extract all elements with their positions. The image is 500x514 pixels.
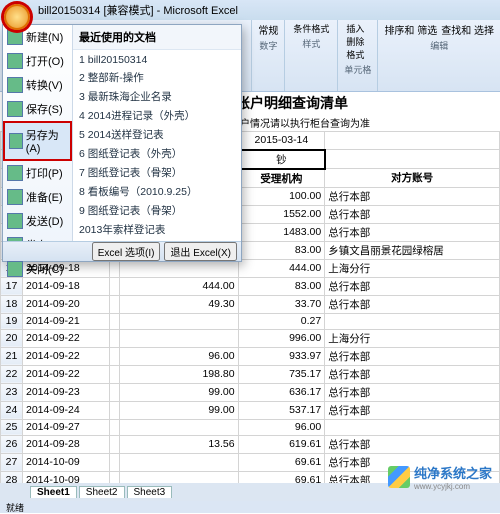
table-row[interactable]: 212014-09-2296.00933.97总行本部 — [1, 347, 500, 365]
recent-doc-item[interactable]: 3 最新珠海企业名录 — [79, 87, 235, 106]
office-menu-send[interactable]: 发送(D) — [3, 209, 72, 233]
window-title: bill20150314 [兼容模式] - Microsoft Excel — [38, 2, 238, 18]
office-menu: 新建(N)打开(O)转换(V)保存(S)另存为(A)打印(P)准备(E)发送(D… — [2, 24, 242, 262]
print-icon — [7, 165, 23, 181]
office-menu-left: 新建(N)打开(O)转换(V)保存(S)另存为(A)打印(P)准备(E)发送(D… — [3, 25, 73, 261]
column-account: 对方账号 — [325, 169, 500, 188]
recent-doc-item[interactable]: 1 bill20150314 — [79, 52, 235, 68]
table-row[interactable]: 172014-09-18444.0083.00总行本部 — [1, 277, 500, 295]
table-row[interactable]: 232014-09-2399.00636.17总行本部 — [1, 383, 500, 401]
ribbon-group-number: 数字 — [258, 39, 278, 52]
table-row[interactable]: 222014-09-22198.80735.17总行本部 — [1, 365, 500, 383]
office-menu-prepare[interactable]: 准备(E) — [3, 185, 72, 209]
office-menu-print[interactable]: 打印(P) — [3, 161, 72, 185]
open-icon — [7, 53, 23, 69]
format-button[interactable]: 格式 — [344, 48, 371, 61]
conditional-format-button[interactable]: 条件格式 — [291, 22, 331, 35]
office-menu-saveas[interactable]: 另存为(A) — [3, 121, 72, 161]
recent-doc-item[interactable]: 8 看板编号（2010.9.25） — [79, 182, 235, 201]
find-select-button[interactable]: 查找和 选择 — [441, 22, 494, 37]
sheet-tab[interactable]: Sheet3 — [127, 486, 173, 498]
table-row[interactable]: 202014-09-22996.00上海分行 — [1, 329, 500, 347]
watermark: 纯净系统之家 www.ycyjkj.com — [388, 463, 492, 491]
recent-doc-item[interactable]: 5 2014送样登记表 — [79, 125, 235, 144]
send-icon — [7, 213, 23, 229]
sheet-tab[interactable]: Sheet1 — [30, 486, 77, 498]
number-format-select[interactable]: 常规 — [258, 22, 278, 37]
watermark-icon — [388, 466, 410, 488]
table-row[interactable]: 262014-09-2813.56619.61总行本部 — [1, 435, 500, 453]
new-icon — [7, 29, 23, 45]
office-menu-open[interactable]: 打开(O) — [3, 49, 72, 73]
saveas-icon — [9, 133, 23, 149]
status-bar: 就绪 — [0, 501, 500, 513]
office-menu-recent: 最近使用的文档 1 bill201503142 整部新-操作3 最新珠海企业名录… — [73, 25, 241, 261]
recent-doc-item[interactable]: 4 2014进程记录（外壳） — [79, 106, 235, 125]
table-row[interactable]: 252014-09-2796.00 — [1, 419, 500, 435]
value-currency-flag[interactable]: 钞 — [238, 150, 325, 169]
exit-excel-button[interactable]: 退出 Excel(X) — [164, 242, 237, 261]
convert-icon — [7, 77, 23, 93]
excel-options-button[interactable]: Excel 选项(I) — [92, 242, 161, 261]
ribbon-group-styles: 样式 — [291, 37, 331, 50]
recent-docs-title: 最近使用的文档 — [73, 25, 241, 50]
recent-doc-item[interactable]: 9 图纸登记表（骨架） — [79, 201, 235, 220]
delete-button[interactable]: 删除 — [344, 35, 371, 48]
sheet-tab[interactable]: Sheet2 — [79, 486, 125, 498]
table-row[interactable]: 182014-09-2049.3033.70总行本部 — [1, 295, 500, 313]
recent-doc-item[interactable]: 2 整部新-操作 — [79, 68, 235, 87]
recent-doc-item[interactable]: 7 图纸登记表（骨架） — [79, 163, 235, 182]
watermark-url: www.ycyjkj.com — [414, 482, 492, 491]
ribbon-group-cells: 单元格 — [344, 63, 371, 76]
table-row[interactable]: 192014-09-210.27 — [1, 313, 500, 329]
ribbon-group-edit: 编辑 — [384, 39, 494, 52]
office-menu-footer: Excel 选项(I) 退出 Excel(X) — [3, 241, 241, 261]
save-icon — [7, 101, 23, 117]
close-icon — [7, 261, 23, 277]
column-institution: 受理机构 — [238, 169, 325, 188]
office-menu-convert[interactable]: 转换(V) — [3, 73, 72, 97]
office-button[interactable] — [4, 4, 30, 30]
recent-doc-item[interactable]: 6 图纸登记表（外壳） — [79, 144, 235, 163]
table-row[interactable]: 242014-09-2499.00537.17总行本部 — [1, 401, 500, 419]
value-download-date: 2015-03-14 — [238, 132, 325, 150]
sort-filter-button[interactable]: 排序和 筛选 — [384, 22, 437, 37]
office-menu-save[interactable]: 保存(S) — [3, 97, 72, 121]
prepare-icon — [7, 189, 23, 205]
title-bar: bill20150314 [兼容模式] - Microsoft Excel — [0, 0, 500, 20]
recent-doc-item[interactable]: 2013年索样登记表 — [79, 220, 235, 239]
watermark-text: 纯净系统之家 — [414, 466, 492, 481]
insert-button[interactable]: 插入 — [344, 22, 371, 35]
